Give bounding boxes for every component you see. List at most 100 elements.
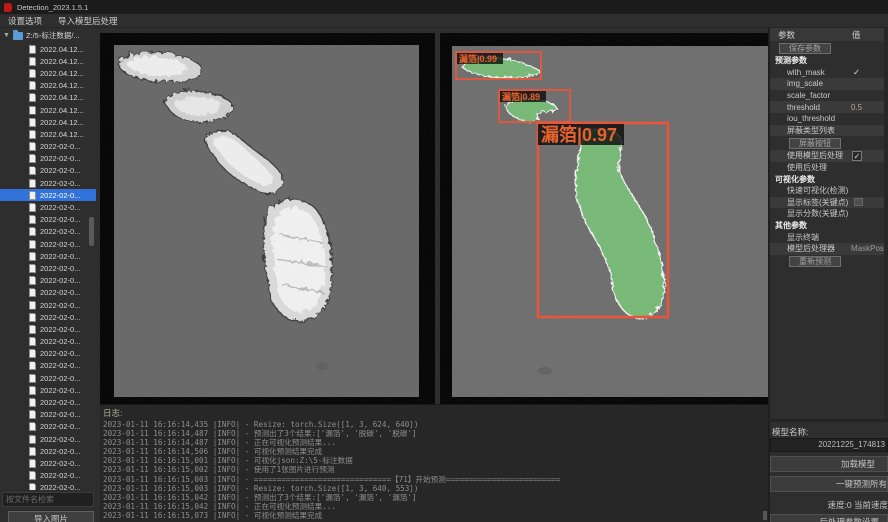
tree-item-file[interactable]: 2022-02-0...: [0, 323, 96, 335]
tree-item-file[interactable]: 2022-02-0...: [0, 311, 96, 323]
log-area[interactable]: 日志: 2023-01-11 16:16:14,435 |INFO| - Res…: [100, 404, 768, 522]
param-label: iou_threshold: [787, 114, 835, 123]
tree-item-label: 2022-02-0...: [40, 325, 80, 334]
param-row-show-label: 显示标签(关键点): [770, 197, 888, 209]
tree-item-file[interactable]: 2022-02-0...: [0, 470, 96, 482]
tree-item-file[interactable]: 2022-02-0...: [0, 336, 96, 348]
load-model-button[interactable]: 加载模型: [770, 456, 888, 472]
with-mask-checkmark[interactable]: ✓: [853, 67, 860, 78]
tree-item-label: 2022-02-0...: [40, 288, 80, 297]
tree-item-file[interactable]: 2022-02-0...: [0, 189, 96, 201]
detection-label-3: 漏箔|0.97: [541, 124, 617, 145]
expand-arrow-icon[interactable]: ▼: [3, 32, 10, 39]
tree-item-file[interactable]: 2022.04.12...: [0, 92, 96, 104]
log-scrollbar[interactable]: [763, 511, 767, 520]
menu-import-postprocess[interactable]: 导入模型后处理: [58, 15, 118, 27]
section-predict-params: 预测参数: [770, 55, 888, 67]
tree-item-file[interactable]: 2022-02-0...: [0, 445, 96, 457]
tree-item-file[interactable]: 2022.04.12...: [0, 116, 96, 128]
tree-item-file[interactable]: 2022-02-0...: [0, 457, 96, 469]
param-label: 显示终端: [787, 232, 819, 243]
file-icon: [29, 374, 36, 383]
tree-item-file[interactable]: 2022-02-0...: [0, 287, 96, 299]
file-icon: [29, 483, 36, 490]
mask-button[interactable]: 屏蔽按钮: [789, 138, 841, 149]
tree-item-file[interactable]: 2022-02-0...: [0, 226, 96, 238]
params-col-value: 值: [852, 29, 861, 41]
file-icon: [29, 203, 36, 212]
params-scrollbar-track[interactable]: [884, 28, 888, 419]
file-icon: [29, 422, 36, 431]
tree-item-file[interactable]: 2022-02-0...: [0, 384, 96, 396]
file-icon: [29, 93, 36, 102]
param-label: img_scale: [787, 79, 823, 88]
import-images-button[interactable]: 导入图片: [8, 511, 94, 522]
tree-item-file[interactable]: 2022-02-0...: [0, 482, 96, 490]
save-params-button[interactable]: 保存参数: [779, 43, 831, 54]
tree-item-file[interactable]: 2022.04.12...: [0, 67, 96, 79]
tree-item-label: 2022-02-0...: [40, 240, 80, 249]
file-icon: [29, 410, 36, 419]
param-label: with_mask: [787, 68, 825, 77]
param-row-mask-type-list: 屏蔽类型列表: [770, 125, 888, 137]
tree-item-file[interactable]: 2022-02-0...: [0, 214, 96, 226]
param-label: 快速可视化(检测): [787, 185, 848, 196]
log-line: 2023-01-11 16:16:15,073 |INFO| - 可视化预测结果…: [100, 511, 768, 520]
file-icon: [29, 435, 36, 444]
tree-item-file[interactable]: 2022-02-0...: [0, 360, 96, 372]
tree-scrollbar[interactable]: [89, 217, 94, 246]
model-name-label: 模型名称:: [772, 426, 808, 438]
param-label: 模型后处理器: [787, 243, 835, 254]
tree-item-file[interactable]: 2022-02-0...: [0, 177, 96, 189]
tree-root-folder[interactable]: ▼ Z:/5-标注数据/...: [0, 28, 96, 43]
log-title: 日志:: [100, 405, 768, 420]
tree-item-file[interactable]: 2022-02-0...: [0, 372, 96, 384]
tree-item-label: 2022-02-0...: [40, 361, 80, 370]
tree-item-file[interactable]: 2022-02-0...: [0, 165, 96, 177]
tree-item-file[interactable]: 2022-02-0...: [0, 250, 96, 262]
param-row-show-score: 显示分数(关键点): [770, 208, 888, 220]
file-icon: [29, 264, 36, 273]
threshold-value[interactable]: 0.5: [851, 103, 862, 112]
show-label-checkbox[interactable]: [854, 198, 863, 206]
image-panel-original[interactable]: [100, 33, 435, 410]
param-row-with-mask: with_mask ✓: [770, 67, 888, 79]
tree-item-label: 2022-02-0...: [40, 459, 80, 468]
tree-item-file[interactable]: 2022.04.12...: [0, 55, 96, 67]
tree-item-file[interactable]: 2022.04.12...: [0, 80, 96, 92]
menu-settings[interactable]: 设置选项: [8, 15, 42, 27]
tree-item-label: 2022.04.12...: [40, 57, 84, 66]
tree-item-file[interactable]: 2022-02-0...: [0, 201, 96, 213]
filename-search-input[interactable]: [2, 492, 94, 507]
image-panel-prediction[interactable]: 漏箔|0.99 漏箔|0.89 漏箔|0.97: [440, 33, 768, 410]
tree-item-file[interactable]: 2022.04.12...: [0, 128, 96, 140]
log-line: 2023-01-11 16:16:14,435 |INFO| - Resize:…: [100, 420, 768, 429]
model-name-field[interactable]: 20221225_174813: [770, 438, 888, 452]
tree-item-file[interactable]: 2022-02-0...: [0, 153, 96, 165]
tree-item-file[interactable]: 2022-02-0...: [0, 433, 96, 445]
tree-item-file[interactable]: 2022-02-0...: [0, 348, 96, 360]
tree-item-label: 2022.04.12...: [40, 93, 84, 102]
tree-item-file[interactable]: 2022-02-0...: [0, 299, 96, 311]
tree-item-file[interactable]: 2022-02-0...: [0, 141, 96, 153]
file-icon: [29, 361, 36, 370]
section-other-params: 其他参数: [770, 220, 888, 232]
tree-item-file[interactable]: 2022.04.12...: [0, 104, 96, 116]
model-postprocessor-value[interactable]: MaskPostPro: [851, 244, 888, 253]
tree-item-file[interactable]: 2022.04.12...: [0, 43, 96, 55]
repredict-button[interactable]: 重新预测: [789, 256, 841, 267]
use-model-post-checkbox[interactable]: ✓: [852, 151, 862, 161]
post-params-button[interactable]: 后处理参数设置: [770, 514, 888, 522]
file-icon: [29, 215, 36, 224]
file-icon: [29, 191, 36, 200]
tree-item-file[interactable]: 2022-02-0...: [0, 275, 96, 287]
file-icon: [29, 179, 36, 188]
tree-item-file[interactable]: 2022-02-0...: [0, 421, 96, 433]
detection-label-1: 漏箔|0.99: [459, 53, 497, 64]
predict-all-button[interactable]: 一键预测所有: [770, 476, 888, 492]
tree-item-file[interactable]: 2022-02-0...: [0, 238, 96, 250]
file-icon: [29, 313, 36, 322]
tree-item-file[interactable]: 2022-02-0...: [0, 396, 96, 408]
tree-item-file[interactable]: 2022-02-0...: [0, 409, 96, 421]
tree-item-file[interactable]: 2022-02-0...: [0, 262, 96, 274]
